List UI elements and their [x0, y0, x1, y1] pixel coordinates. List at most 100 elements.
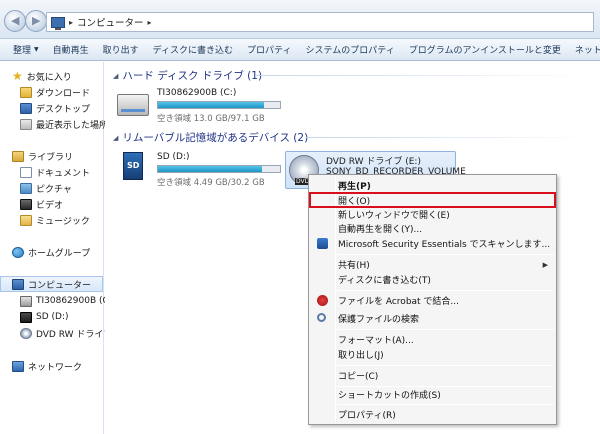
sd-card-icon	[117, 152, 151, 184]
menu-item-acrobat[interactable]: ファイルを Acrobat で結合...	[311, 293, 554, 308]
sidebar-item-downloads[interactable]: ダウンロード	[20, 84, 90, 100]
submenu-arrow-icon: ▶	[542, 260, 548, 269]
system-properties-label: システムのプロパティ	[305, 46, 395, 56]
sidebar-item-libraries[interactable]: ライブラリ	[12, 148, 73, 164]
sidebar-item-label: 最近表示した場所	[36, 120, 109, 131]
sidebar-item-pictures[interactable]: ピクチャ	[20, 180, 72, 196]
drive-c-tile[interactable]: TI30862900B (C:) 空き領域 13.0 GB/97.1 GB	[117, 88, 287, 124]
group-header-hard-disks[interactable]: ◢ ハード ディスク ドライブ (1)	[113, 68, 262, 83]
sidebar-item-drive-c[interactable]: TI30862900B (C:)	[20, 293, 115, 309]
group-divider	[305, 137, 595, 138]
menu-item-label: 再生(P)	[338, 182, 371, 192]
eject-button[interactable]: 取り出す	[96, 39, 146, 60]
menu-item-label: プロパティ(R)	[338, 411, 396, 421]
address-bar[interactable]: ▸ コンピューター ▸	[46, 12, 594, 32]
sidebar-item-label: ドキュメント	[36, 168, 91, 179]
menu-item-eject[interactable]: 取り出し(J)	[311, 347, 554, 362]
menu-item-share[interactable]: 共有(H) ▶	[311, 257, 554, 272]
sidebar-item-label: ネットワーク	[28, 362, 83, 373]
autoplay-label: 自動再生	[52, 46, 89, 56]
burn-button[interactable]: ディスクに書き込む	[146, 39, 240, 60]
organize-button[interactable]: 整理 ▼	[6, 39, 46, 60]
menu-item-play[interactable]: 再生(P)	[311, 178, 554, 193]
menu-item-label: 取り出し(J)	[338, 351, 384, 361]
drive-usage-fill	[158, 166, 262, 172]
forward-button[interactable]: ▶	[25, 10, 47, 32]
breadcrumb-separator[interactable]: ▸	[69, 18, 73, 27]
menu-item-label: 自動再生を開く(Y)...	[338, 225, 423, 235]
menu-item-properties[interactable]: プロパティ(R)	[311, 407, 554, 422]
network-icon	[12, 360, 24, 372]
menu-item-label: 保護ファイルの検索	[338, 315, 420, 325]
menu-item-create-shortcut[interactable]: ショートカットの作成(S)	[311, 387, 554, 402]
menu-item-label: ショートカットの作成(S)	[338, 391, 441, 401]
menu-item-label: ファイルを Acrobat で結合...	[338, 297, 460, 307]
sidebar-item-label: ダウンロード	[36, 88, 91, 99]
downloads-folder-icon	[20, 86, 32, 98]
group-header-label: リムーバブル記憶域があるデバイス (2)	[122, 132, 309, 144]
sidebar-item-documents[interactable]: ドキュメント	[20, 164, 90, 180]
drive-free-space: 空き領域 13.0 GB/97.1 GB	[157, 114, 265, 124]
collapse-triangle-icon[interactable]: ◢	[113, 72, 118, 80]
menu-item-open-new-window[interactable]: 新しいウィンドウで開く(E)	[311, 207, 554, 222]
search-icon	[317, 313, 326, 322]
menu-item-protected-search[interactable]: 保護ファイルの検索	[311, 311, 554, 326]
uninstall-programs-button[interactable]: プログラムのアンインストールと変更	[402, 39, 568, 60]
menu-item-autoplay[interactable]: 自動再生を開く(Y)...	[311, 221, 554, 236]
system-properties-button[interactable]: システムのプロパティ	[299, 39, 402, 60]
drive-usage-fill	[158, 102, 265, 108]
autoplay-button[interactable]: 自動再生	[46, 39, 96, 60]
menu-item-format[interactable]: フォーマット(A)...	[311, 332, 554, 347]
sidebar-item-videos[interactable]: ビデオ	[20, 196, 63, 212]
sidebar-item-music[interactable]: ミュージック	[20, 212, 90, 228]
menu-item-burn[interactable]: ディスクに書き込む(T)	[311, 272, 554, 287]
sidebar-item-label: コンピューター	[28, 280, 92, 291]
sidebar-item-drive-d[interactable]: SD (D:)	[20, 309, 69, 325]
sidebar-item-favorites[interactable]: ★ お気に入り	[12, 68, 72, 84]
recent-places-icon	[20, 118, 32, 130]
homegroup-icon	[12, 246, 24, 258]
back-button[interactable]: ◀	[4, 10, 26, 32]
pictures-icon	[20, 182, 32, 194]
sidebar-item-label: デスクトップ	[36, 104, 91, 115]
highlight-box	[309, 192, 556, 208]
collapse-triangle-icon[interactable]: ◢	[113, 134, 118, 142]
security-essentials-icon	[317, 238, 328, 249]
drive-d-tile[interactable]: SD (D:) 空き領域 4.49 GB/30.2 GB	[117, 152, 287, 188]
forward-arrow-icon: ▶	[32, 14, 41, 27]
breadcrumb-computer[interactable]: コンピューター	[77, 15, 144, 29]
sidebar-item-label: お気に入り	[26, 72, 72, 83]
sd-card-icon	[20, 311, 32, 323]
menu-separator	[337, 290, 554, 291]
menu-separator	[337, 329, 554, 330]
back-arrow-icon: ◀	[11, 14, 20, 27]
drive-name: DVD RW ドライブ (E:)	[326, 157, 421, 167]
properties-button[interactable]: プロパティ	[240, 39, 298, 60]
sidebar-item-network[interactable]: ネットワーク	[12, 358, 82, 374]
network-label: ネットワ	[574, 46, 600, 56]
breadcrumb-separator[interactable]: ▸	[148, 18, 152, 27]
menu-item-mse-scan[interactable]: Microsoft Security Essentials でスキャンします..…	[311, 236, 554, 251]
sidebar-item-drive-e[interactable]: DVD RW ドライブ	[20, 325, 112, 341]
videos-icon	[20, 198, 32, 210]
documents-icon	[20, 166, 32, 178]
group-header-removable[interactable]: ◢ リムーバブル記憶域があるデバイス (2)	[113, 130, 308, 145]
menu-item-label: フォーマット(A)...	[338, 336, 414, 346]
sidebar-item-desktop[interactable]: デスクトップ	[20, 100, 90, 116]
hard-drive-icon	[20, 295, 32, 307]
sidebar-item-homegroup[interactable]: ホームグループ	[12, 244, 90, 260]
sidebar-item-label: ピクチャ	[36, 184, 72, 195]
drive-name: TI30862900B (C:)	[157, 88, 237, 98]
sidebar-item-computer[interactable]: コンピューター	[0, 276, 103, 292]
sidebar-item-recent[interactable]: 最近表示した場所	[20, 116, 108, 132]
drive-usage-bar	[157, 101, 281, 109]
eject-label: 取り出す	[102, 46, 139, 56]
menu-item-label: ディスクに書き込む(T)	[338, 276, 431, 286]
menu-item-copy[interactable]: コピー(C)	[311, 368, 554, 383]
sidebar-item-label: DVD RW ドライブ	[36, 329, 113, 340]
address-bar-region: ◀ ▶ ▸ コンピューター ▸	[0, 0, 600, 39]
menu-item-label: Microsoft Security Essentials でスキャンします..…	[338, 240, 551, 250]
network-button[interactable]: ネットワ	[568, 39, 600, 60]
drive-name: SD (D:)	[157, 152, 190, 162]
sidebar-item-label: ビデオ	[36, 200, 64, 211]
